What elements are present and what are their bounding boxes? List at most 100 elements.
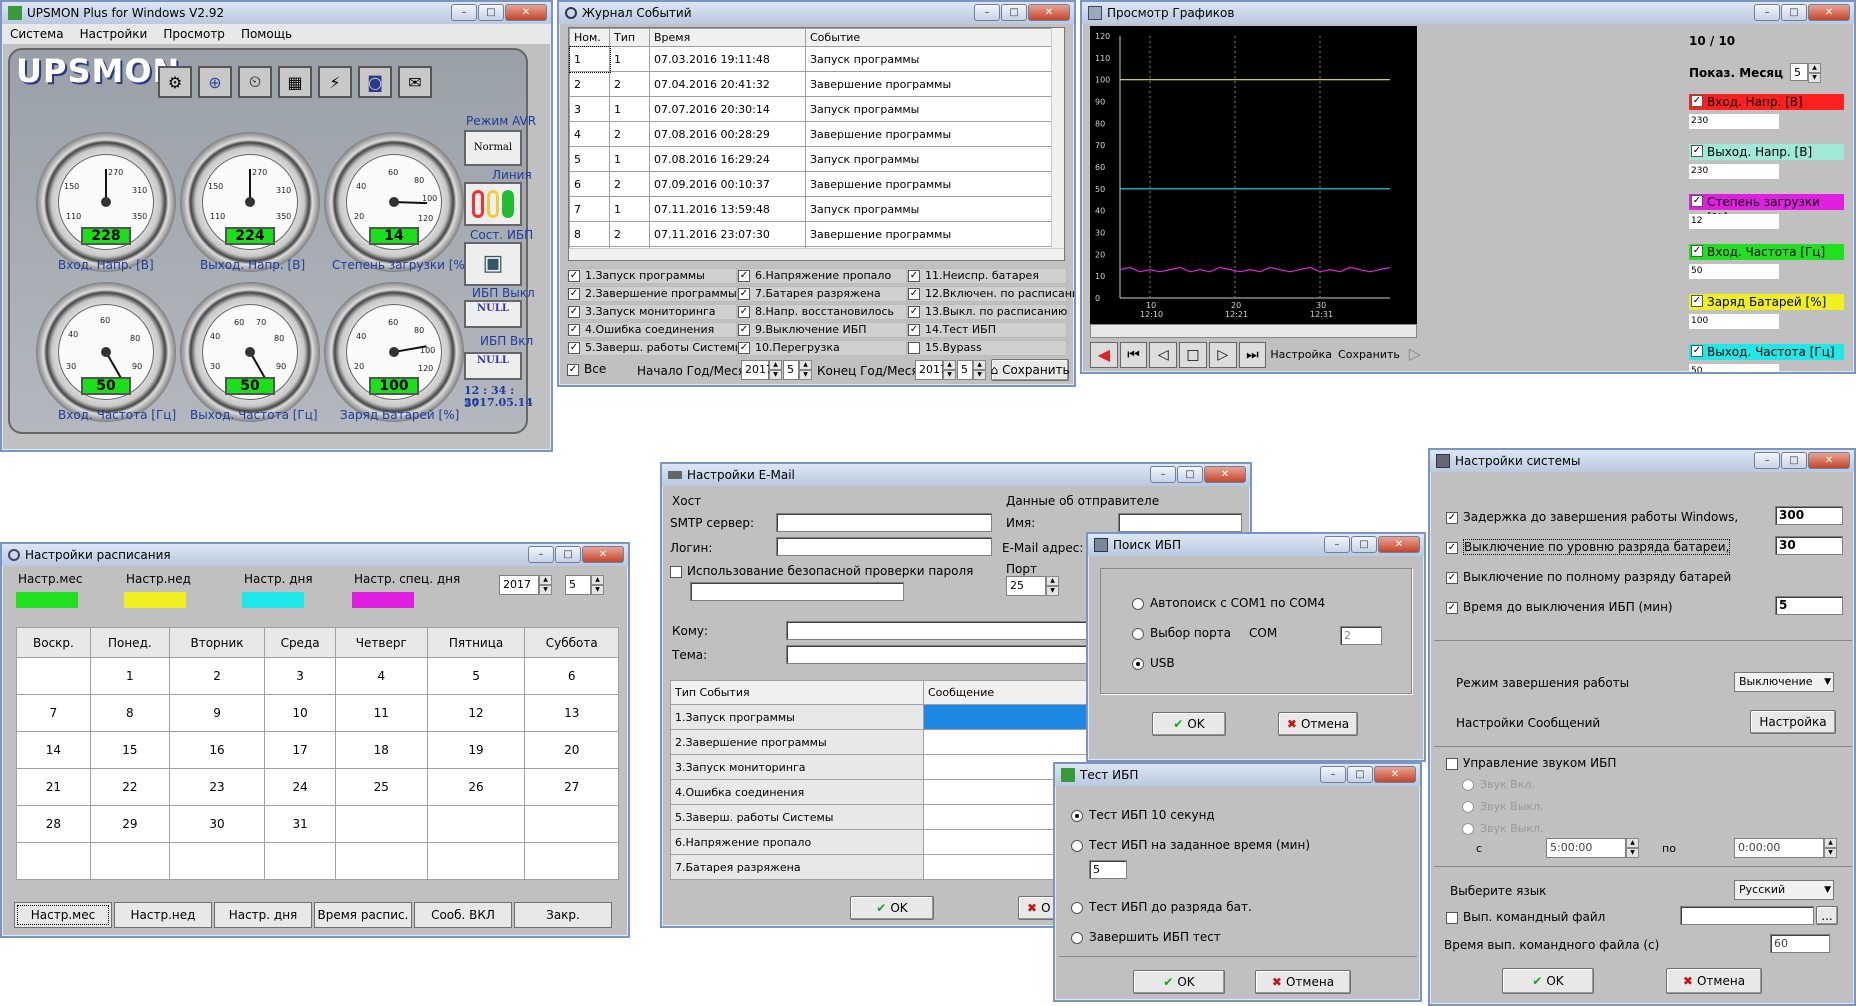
windows-delay-input[interactable]: 300 <box>1775 506 1843 525</box>
sound-off-option[interactable]: Звук Выкл. <box>1462 800 1544 813</box>
filter-option[interactable]: ✓ 3.Запуск мониторинга <box>567 304 737 320</box>
battery-level-checkbox[interactable]: ✓ <box>1446 541 1458 554</box>
calendar-day[interactable]: 22 <box>89 768 170 806</box>
test-discharge-option[interactable]: Тест ИБП до разряда бат. <box>1071 900 1252 914</box>
test-10s-option[interactable]: Тест ИБП 10 секунд <box>1071 808 1215 822</box>
calendar-day[interactable] <box>334 842 428 880</box>
minimize-button[interactable]: – <box>974 4 1000 21</box>
usb-option[interactable]: USB <box>1132 656 1175 670</box>
autosearch-radio[interactable] <box>1132 597 1144 610</box>
filter-option[interactable]: ✓ 5.Заверш. работы Системы <box>567 340 743 356</box>
minimize-button[interactable]: – <box>1324 536 1350 553</box>
calendar-day[interactable]: 31 <box>264 805 336 843</box>
legend-item[interactable]: ✓ Вход. Напр. [В] <box>1689 94 1844 110</box>
ups-off-time-option[interactable]: ✓ Время до выключения ИБП (мин) <box>1446 600 1673 614</box>
calendar-day[interactable]: 21 <box>16 768 91 806</box>
filter-checkbox[interactable]: ✓ <box>738 270 750 282</box>
system-ok-button[interactable]: ✔ OK <box>1502 968 1594 994</box>
cmd-file-input[interactable] <box>1680 906 1814 925</box>
table-row[interactable]: 2 2 07.04.2016 20:41:32 Завершение программ… <box>569 71 1053 97</box>
play-icon[interactable]: ▷ <box>1404 342 1426 368</box>
system-titlebar[interactable]: Настройки системы – □ ✕ <box>1430 450 1854 472</box>
menu-help[interactable]: Помощь <box>241 27 292 41</box>
maximize-button[interactable]: □ <box>555 546 581 563</box>
schedule-button[interactable]: Настр.мес <box>14 902 112 928</box>
minimize-button[interactable]: – <box>1754 452 1780 469</box>
tool-graph-icon[interactable]: ◙ <box>358 66 392 98</box>
cmd-file-option[interactable]: Вып. командный файл <box>1446 910 1605 924</box>
test-cancel-button[interactable]: ✖ Отмена <box>1255 970 1351 994</box>
test-minutes-input[interactable]: 5 <box>1089 860 1127 879</box>
tool-log-icon[interactable]: ▦ <box>278 66 312 98</box>
calendar-day[interactable]: 26 <box>426 768 526 806</box>
test-10s-radio[interactable] <box>1071 809 1083 822</box>
calendar-day[interactable]: 9 <box>168 694 266 732</box>
schedule-titlebar[interactable]: Настройки расписания – □ ✕ <box>2 544 628 566</box>
col-event[interactable]: Событие <box>805 28 1053 47</box>
filter-option[interactable]: 15.Bypass <box>907 340 1067 356</box>
legend-item[interactable]: ✓ Вход. Частота [Гц] <box>1689 244 1844 260</box>
filter-option[interactable]: ✓ 9.Выключение ИБП <box>737 322 907 338</box>
legend-checkbox[interactable]: ✓ <box>1691 295 1703 307</box>
col-num[interactable]: Ном. <box>569 28 610 47</box>
calendar-day[interactable]: 20 <box>524 731 619 769</box>
test-stop-radio[interactable] <box>1071 931 1083 944</box>
table-row[interactable]: 7 1 07.11.2016 13:59:48 Запуск программы <box>569 196 1053 222</box>
tool-schedule-icon[interactable]: ⏲ <box>238 66 272 98</box>
calendar-day[interactable]: 29 <box>89 805 170 843</box>
calendar-day[interactable]: 19 <box>426 731 526 769</box>
sound-off2-radio[interactable] <box>1462 823 1474 835</box>
graph-hscroll[interactable] <box>1090 324 1417 338</box>
calendar-day[interactable]: 7 <box>16 694 91 732</box>
calendar-day[interactable]: 2 <box>168 657 266 695</box>
calendar-day[interactable]: 6 <box>524 657 619 695</box>
sound-on-option[interactable]: Звук Вкл. <box>1462 778 1535 791</box>
shutdown-mode-select[interactable]: Выключение ▼ <box>1734 672 1834 692</box>
maximize-button[interactable]: □ <box>1177 466 1203 483</box>
calendar-day[interactable]: 30 <box>168 805 266 843</box>
last-icon[interactable]: ⏭ <box>1238 342 1267 368</box>
calendar-day[interactable]: 18 <box>334 731 428 769</box>
legend-item[interactable]: ✓Степень загрузки [%] <box>1689 194 1844 225</box>
back-red-icon[interactable]: ◀ <box>1090 342 1118 368</box>
calendar-day[interactable]: 3 <box>264 657 336 695</box>
calendar-day[interactable]: 10 <box>264 694 336 732</box>
minimize-button[interactable]: – <box>1754 4 1780 21</box>
close-button[interactable]: ✕ <box>1808 452 1850 469</box>
ups-off-time-input[interactable]: 5 <box>1775 596 1843 615</box>
legend-item[interactable]: ✓ Выход. Частота [Гц] <box>1689 344 1844 360</box>
legend-checkbox[interactable]: ✓ <box>1691 95 1703 107</box>
autosearch-option[interactable]: Автопоиск с COM1 по COM4 <box>1132 596 1325 610</box>
legend-checkbox[interactable]: ✓ <box>1691 195 1703 207</box>
browse-button[interactable]: ... <box>1816 906 1838 925</box>
vertical-scrollbar[interactable] <box>1051 28 1064 250</box>
menu-view[interactable]: Просмотр <box>163 27 225 41</box>
horizontal-scrollbar[interactable] <box>569 248 1064 260</box>
calendar-day[interactable] <box>524 805 619 843</box>
filter-checkbox[interactable]: ✓ <box>568 270 580 282</box>
test-custom-option[interactable]: Тест ИБП на заданное время (мин) <box>1071 838 1310 852</box>
test-custom-radio[interactable] <box>1071 839 1083 852</box>
minimize-button[interactable]: – <box>1320 766 1346 783</box>
save-button[interactable]: ⌂ Сохранить <box>990 359 1070 381</box>
calendar-day[interactable]: 27 <box>524 768 619 806</box>
filter-all[interactable]: ✓ Все <box>567 362 606 376</box>
schedule-button[interactable]: Закр. <box>514 902 612 928</box>
schedule-year-spinner[interactable]: 2017 ▲ ▼ <box>499 575 552 595</box>
stop-icon[interactable]: □ <box>1179 342 1207 368</box>
sound-off2-option[interactable]: Звук Выкл. <box>1462 822 1544 835</box>
table-row[interactable]: 1 1 07.03.2016 19:11:48 Запуск программы <box>569 45 1053 73</box>
password-input[interactable] <box>690 582 904 601</box>
ups-off-time-checkbox[interactable]: ✓ <box>1446 601 1458 614</box>
search-ups-titlebar[interactable]: Поиск ИБП – □ ✕ <box>1088 534 1424 556</box>
filter-checkbox[interactable]: ✓ <box>908 288 920 300</box>
filter-checkbox[interactable]: ✓ <box>908 306 920 318</box>
calendar-day[interactable] <box>426 842 526 880</box>
show-month-spinner[interactable]: 5 ▲ ▼ <box>1790 63 1821 83</box>
close-button[interactable]: ✕ <box>1374 766 1416 783</box>
windows-delay-option[interactable]: ✓ Задержка до завершения работы Windows, <box>1446 510 1738 524</box>
schedule-button[interactable]: Сооб. ВКЛ <box>414 902 512 928</box>
filter-option[interactable]: ✓ 6.Напряжение пропало <box>737 268 907 284</box>
search-cancel-button[interactable]: ✖ Отмена <box>1278 712 1358 736</box>
prev-icon[interactable]: ◁ <box>1149 342 1178 368</box>
